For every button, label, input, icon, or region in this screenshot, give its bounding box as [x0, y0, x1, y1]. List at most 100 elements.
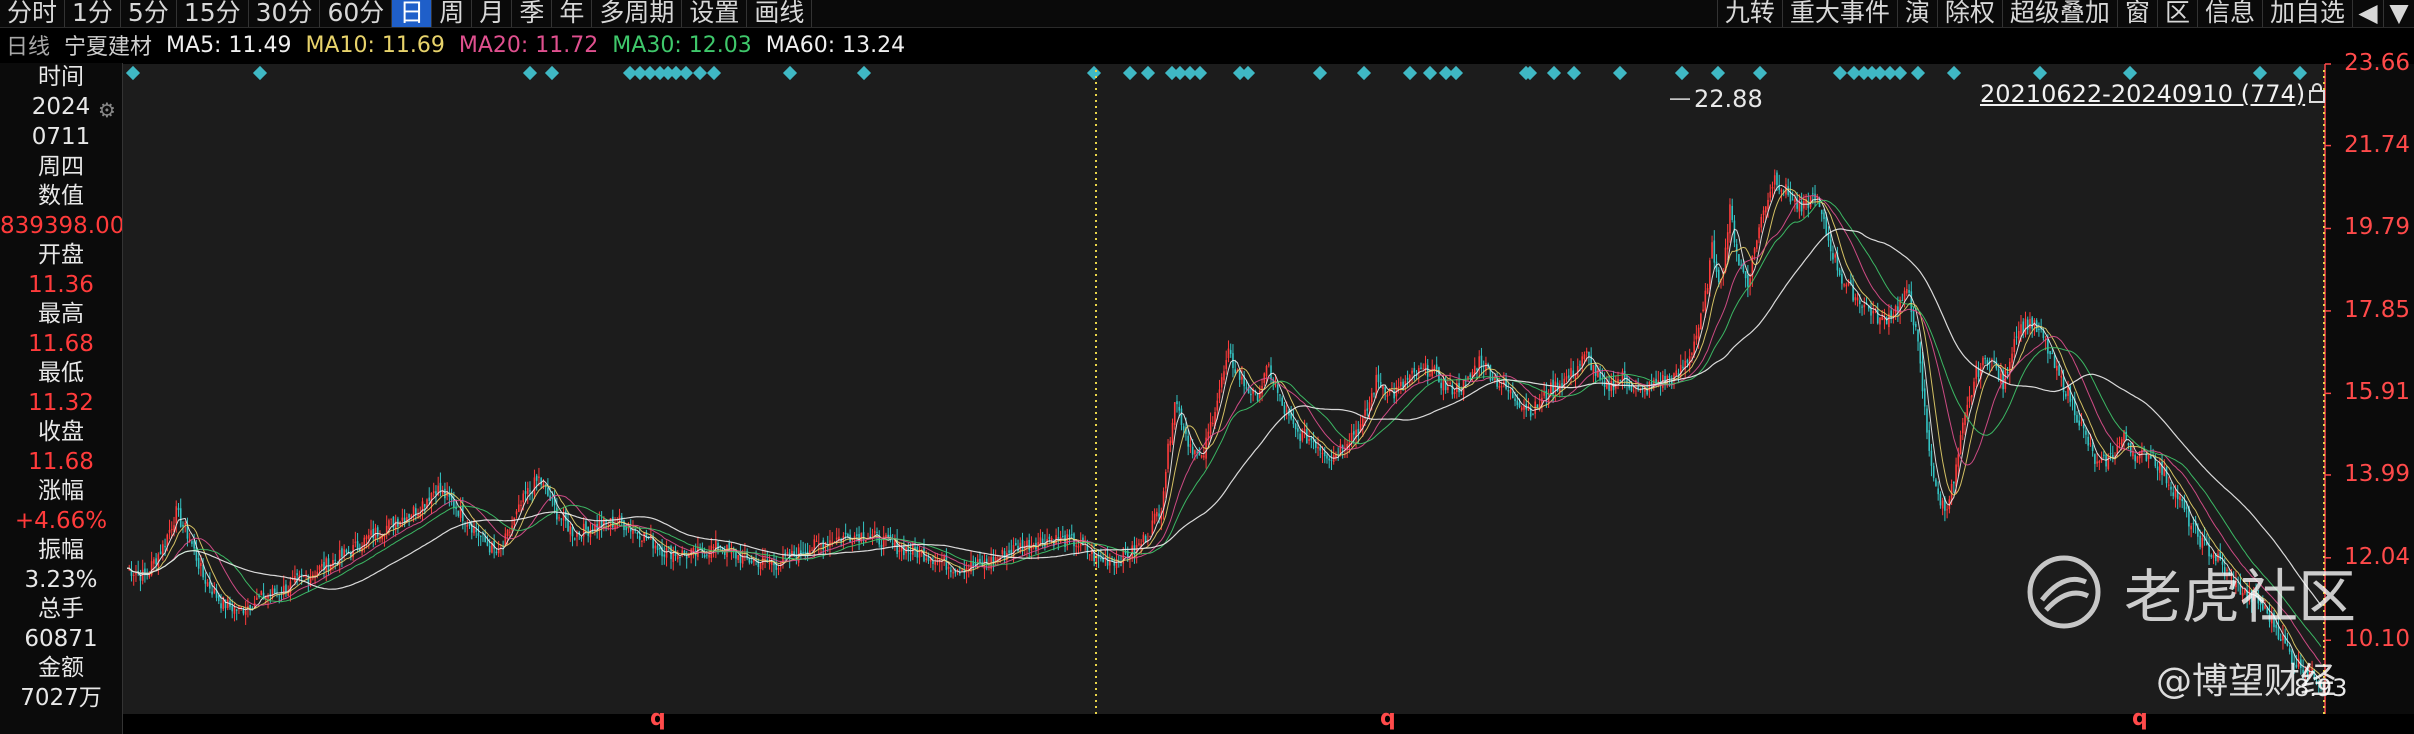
candle-body-187 — [544, 486, 547, 488]
candle-body-715 — [1726, 232, 1729, 250]
candle-body-518 — [1285, 410, 1288, 412]
candle-body-920 — [2185, 507, 2188, 509]
candle-body-324 — [851, 543, 854, 545]
price-tick-label-1: 21.74 — [2344, 131, 2410, 158]
candle-body-731 — [1762, 210, 1765, 216]
candle-body-587 — [1440, 382, 1442, 389]
info-key-5: 收盘 — [38, 419, 84, 445]
candle-body-593 — [1453, 392, 1456, 394]
date-range-label[interactable]: 20210622-20240910 (774) — [1980, 80, 2305, 108]
candle-body-808 — [1935, 479, 1937, 486]
candle-body-553 — [1364, 409, 1366, 416]
candle-body-917 — [2179, 496, 2181, 501]
candle-body-60 — [260, 591, 263, 596]
candle-body-49 — [235, 609, 238, 611]
candle-body-510 — [1267, 364, 1270, 366]
candle-body-493 — [1229, 350, 1232, 354]
candle-body-421 — [1068, 534, 1071, 538]
candle-body-554 — [1366, 408, 1369, 411]
lock-icon[interactable] — [2308, 82, 2326, 104]
candle-body-706 — [1706, 288, 1709, 294]
candle-body-673 — [1632, 390, 1635, 392]
candle-body-652 — [1585, 351, 1588, 354]
gear-icon[interactable]: ⚙ — [96, 99, 118, 121]
candle-body-897 — [2134, 454, 2136, 462]
candle-body-98 — [345, 549, 348, 553]
candle-body-38 — [211, 591, 213, 595]
info-key-2: 开盘 — [38, 242, 84, 268]
candle-body-184 — [538, 476, 540, 479]
candle-body-24 — [179, 508, 182, 527]
candle-body-230 — [641, 540, 643, 543]
watermark-source: @博望财经 — [2156, 661, 2337, 702]
candle-body-381 — [979, 558, 981, 563]
candle-body-126 — [408, 513, 410, 518]
candle-body-867 — [2067, 387, 2069, 396]
candle-body-314 — [829, 540, 831, 547]
candle-body-489 — [1220, 377, 1223, 388]
candle-body-736 — [1773, 175, 1776, 185]
candle-body-87 — [320, 564, 323, 567]
candle-body-705 — [1704, 290, 1707, 311]
info-key-9: 金额 — [38, 655, 84, 681]
candle-body-351 — [912, 544, 914, 555]
candle-body-717 — [1731, 205, 1734, 220]
candle-body-810 — [1939, 493, 1942, 506]
candle-body-914 — [2172, 492, 2175, 497]
candle-body-532 — [1317, 446, 1319, 449]
candle-body-850 — [2029, 319, 2031, 329]
candle-body-798 — [1912, 310, 1915, 326]
candle-body-866 — [2064, 393, 2067, 397]
event-marker-1: q — [1380, 706, 1396, 731]
candle-body-466 — [1169, 440, 1172, 446]
candle-body-823 — [1968, 396, 1971, 402]
info-value-9-0: 7027万 — [20, 685, 102, 711]
candle-body-886 — [2109, 452, 2112, 454]
info-key-1: 数值 — [38, 183, 84, 209]
candle-body-465 — [1167, 443, 1169, 469]
candle-body-864 — [2060, 375, 2063, 378]
candle-body-291 — [777, 568, 780, 570]
candle-body-559 — [1377, 374, 1380, 383]
candle-body-621 — [1516, 400, 1519, 406]
candle-body-796 — [1908, 290, 1910, 293]
candle-body-881 — [2098, 461, 2101, 463]
candle-body-335 — [876, 531, 878, 534]
candle-body-805 — [1928, 430, 1931, 451]
candle-body-287 — [768, 562, 771, 564]
candle-body-367 — [947, 567, 950, 569]
candle-body-20 — [170, 528, 173, 531]
candle-body-118 — [390, 518, 392, 520]
candle-body-400 — [1021, 539, 1024, 552]
candle-body-759 — [1825, 216, 1828, 236]
candle-body-604 — [1478, 356, 1481, 369]
info-value-7-0: 3.23% — [24, 567, 98, 593]
candle-body-891 — [2120, 439, 2123, 446]
candle-body-474 — [1187, 435, 1189, 447]
candle-body-397 — [1014, 543, 1017, 546]
candle-body-258 — [703, 555, 706, 558]
candle-body-197 — [567, 520, 569, 532]
candle-body-634 — [1545, 390, 1548, 400]
candle-body-745 — [1794, 199, 1796, 202]
candle-body-12 — [153, 559, 155, 564]
candle-body-703 — [1700, 313, 1702, 330]
candle-body-476 — [1191, 446, 1194, 455]
candle-body-491 — [1225, 360, 1228, 369]
candle-body-578 — [1420, 367, 1422, 370]
candle-body-282 — [757, 559, 760, 567]
candle-body-773 — [1856, 297, 1859, 301]
candle-body-542 — [1339, 444, 1342, 454]
candle-body-923 — [2192, 523, 2195, 525]
candle-body-555 — [1368, 402, 1371, 410]
candle-body-902 — [2145, 453, 2148, 462]
candle-body-273 — [737, 555, 739, 560]
candle-body-602 — [1473, 365, 1476, 375]
candle-body-458 — [1151, 520, 1154, 535]
candle-body-90 — [327, 558, 330, 572]
candle-body-32 — [197, 557, 200, 569]
candle-body-624 — [1523, 405, 1525, 410]
candle-body-171 — [509, 531, 511, 533]
candle-body-533 — [1319, 447, 1322, 451]
candle-body-915 — [2174, 489, 2177, 498]
